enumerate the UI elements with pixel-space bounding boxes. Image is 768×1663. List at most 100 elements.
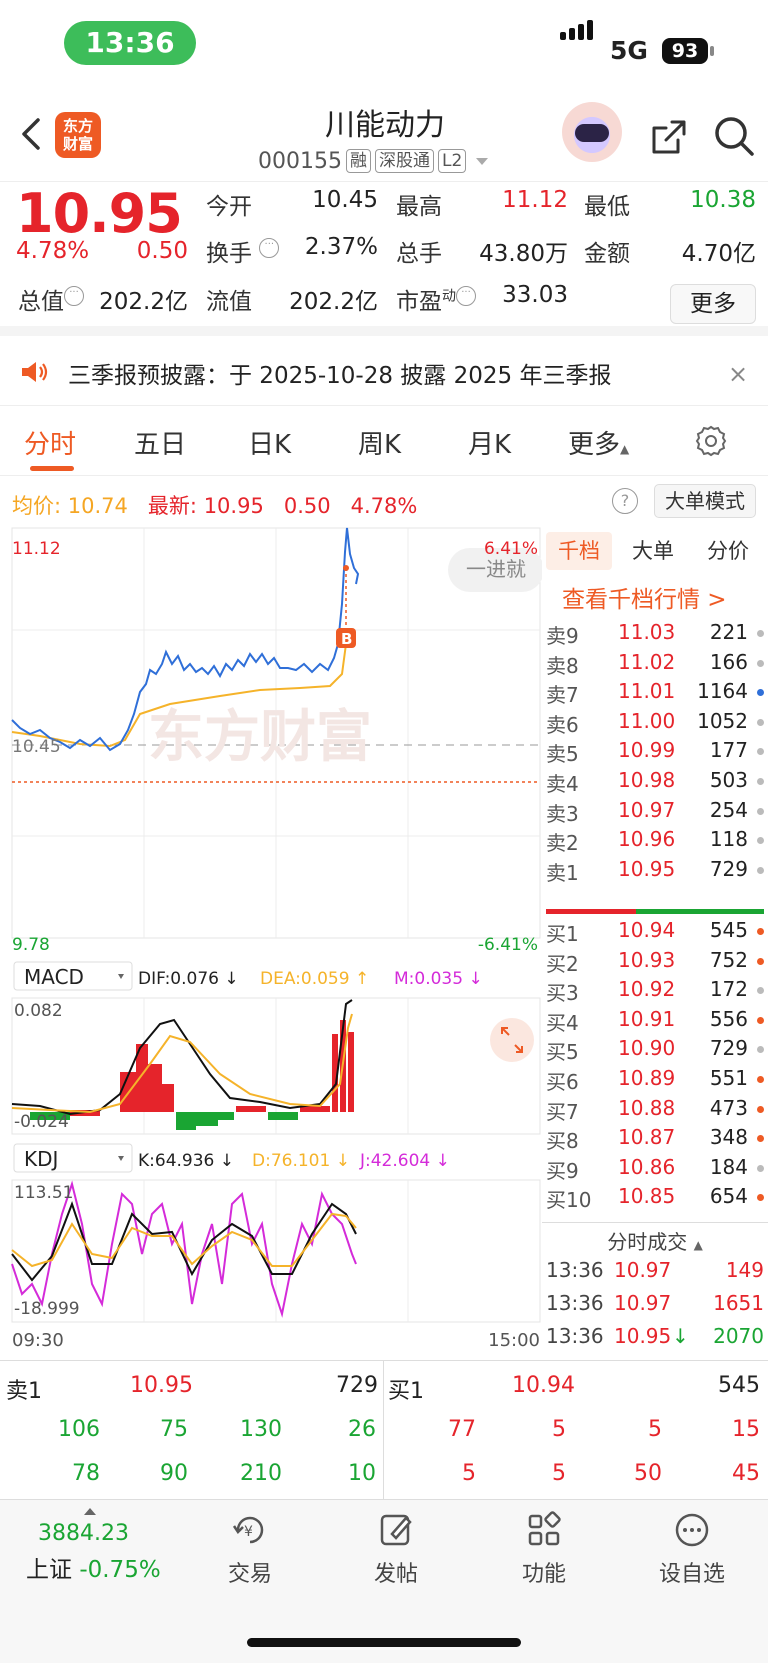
- connect-tag: 深股通: [374, 149, 434, 173]
- tab-monthly-k[interactable]: 月K: [468, 424, 511, 461]
- gear-icon[interactable]: [694, 424, 728, 458]
- sell-volume: 1052: [697, 708, 748, 733]
- sell-row[interactable]: 卖3 10.97 254: [546, 798, 768, 828]
- current-price: 10.95: [16, 182, 183, 245]
- ai-assistant-avatar[interactable]: [562, 102, 622, 162]
- view-thousand-level-link[interactable]: 查看千档行情 >: [562, 580, 727, 614]
- more-button[interactable]: 更多: [670, 284, 756, 324]
- book-divider: [546, 909, 764, 914]
- tab-underline: [30, 466, 74, 471]
- intraday-chart[interactable]: 东方财富 B 一进就 11.12 6.41% 10.45 9.78 -6.41%…: [0, 524, 542, 1360]
- notice-text: 三季报预披露：于 2025-10-28 披露 2025 年三季报: [68, 363, 612, 389]
- sell-row[interactable]: 卖1 10.95 729: [546, 857, 768, 887]
- expand-icon[interactable]: [490, 1018, 534, 1062]
- status-dot: [757, 718, 764, 726]
- tab-big-order[interactable]: 大单: [620, 532, 686, 570]
- buy-price: 10.92: [618, 977, 676, 1002]
- share-icon[interactable]: [646, 116, 690, 160]
- turnover-label-text: 换手: [206, 241, 252, 267]
- l1-sell-detail: 106: [58, 1417, 100, 1442]
- sell-row[interactable]: 卖9 11.03 221: [546, 620, 768, 650]
- info-dots-icon[interactable]: ···: [259, 238, 280, 258]
- buy-row[interactable]: 买6 10.89 551: [546, 1066, 768, 1096]
- tab-daily-k[interactable]: 日K: [248, 424, 291, 461]
- buy-row[interactable]: 买3 10.92 172: [546, 977, 768, 1007]
- big-order-mode-button[interactable]: 大单模式: [654, 484, 756, 518]
- buy-price: 10.93: [618, 947, 676, 972]
- float-cap-label: 流值: [206, 289, 252, 315]
- tab-thousand-level[interactable]: 千档: [546, 532, 612, 570]
- latest-change-amount: 0.50: [283, 494, 331, 518]
- l1-sell-detail: 26: [348, 1417, 376, 1442]
- sell-row[interactable]: 卖5 10.99 177: [546, 738, 768, 768]
- latest-value: 10.95: [203, 494, 264, 518]
- change-amount: 0.50: [136, 238, 188, 264]
- macd-dea: DEA:0.059 ↑: [260, 969, 369, 989]
- trade-volume: 2070: [713, 1324, 764, 1348]
- info-dots-icon[interactable]: ···: [64, 286, 84, 306]
- battery-icon: 93: [662, 38, 708, 64]
- trade-icon: ¥: [232, 1516, 264, 1544]
- buy-row[interactable]: 买2 10.93 752: [546, 948, 768, 978]
- l1-sell-detail: 75: [160, 1417, 188, 1442]
- status-dot: [757, 1194, 764, 1202]
- more-circle-icon: [675, 1513, 709, 1547]
- sell-level-label: 卖2: [546, 831, 579, 856]
- buy-row[interactable]: 买1 10.94 545: [546, 918, 768, 948]
- info-dots-icon[interactable]: ···: [456, 286, 476, 306]
- trades-header[interactable]: 分时成交 ▲: [542, 1226, 768, 1255]
- sell-price: 11.03: [618, 620, 676, 644]
- logo-text-2: 财富: [62, 135, 93, 153]
- buy-row[interactable]: 买10 10.85 654: [546, 1184, 768, 1214]
- back-icon[interactable]: [18, 114, 48, 154]
- high-label: 最高: [396, 194, 442, 220]
- nav-functions[interactable]: 功能: [484, 1510, 604, 1588]
- search-icon[interactable]: [712, 114, 756, 158]
- svg-text:¥: ¥: [244, 1524, 253, 1540]
- buy-volume: 172: [709, 977, 748, 1002]
- help-icon[interactable]: ?: [612, 488, 638, 514]
- stock-code-row[interactable]: 000155 融 深股通 L2: [258, 146, 489, 176]
- latest-change-percent: 4.78%: [350, 494, 418, 518]
- floating-chip[interactable]: 一进就: [466, 557, 526, 581]
- buy-row[interactable]: 买9 10.86 184: [546, 1155, 768, 1185]
- close-icon[interactable]: ×: [728, 360, 748, 388]
- sell-volume: 118: [709, 827, 748, 852]
- tab-price-split[interactable]: 分价: [692, 532, 764, 570]
- app-logo[interactable]: 东方 财富: [55, 112, 101, 158]
- tab-weekly-k[interactable]: 周K: [358, 424, 401, 461]
- pe-label-text: 市盈: [396, 289, 442, 315]
- sell-row[interactable]: 卖6 11.00 1052: [546, 709, 768, 739]
- trade-time: 13:36: [546, 1258, 604, 1282]
- sell-volume: 177: [709, 738, 748, 763]
- margin-tag: 融: [345, 149, 371, 173]
- tab-five-day[interactable]: 五日: [134, 424, 186, 461]
- grid-icon: [528, 1511, 561, 1546]
- kdj-bottom-label: -18.999: [14, 1299, 80, 1319]
- nav-trade[interactable]: ¥ 交易: [190, 1510, 310, 1588]
- notice-bar[interactable]: 三季报预披露：于 2025-10-28 披露 2025 年三季报 ×: [0, 336, 768, 406]
- buy-row[interactable]: 买8 10.87 348: [546, 1125, 768, 1155]
- sell-row[interactable]: 卖2 10.96 118: [546, 827, 768, 857]
- sell-row[interactable]: 卖8 11.02 166: [546, 650, 768, 680]
- nav-post[interactable]: 发帖: [336, 1510, 456, 1588]
- l1-buy-volume: 545: [718, 1373, 760, 1398]
- tab-more[interactable]: 更多▲: [568, 424, 629, 461]
- sell-row[interactable]: 卖4 10.98 503: [546, 768, 768, 798]
- macd-dif-line: [11, 999, 353, 1116]
- buy-level-label: 买6: [546, 1070, 579, 1094]
- buy-row[interactable]: 买4 10.91 556: [546, 1007, 768, 1037]
- sell-row[interactable]: 卖7 11.01 1164: [546, 679, 768, 709]
- buy-level-label: 买5: [546, 1040, 579, 1065]
- tab-intraday[interactable]: 分时: [24, 424, 76, 461]
- amount-value: 4.70亿: [681, 241, 756, 267]
- index-ticker[interactable]: 3884.23 上证 -0.75%: [26, 1508, 176, 1584]
- trade-time: 13:36: [546, 1291, 604, 1315]
- nav-add-watchlist[interactable]: 设自选: [632, 1510, 752, 1588]
- change-percent: 4.78%: [16, 238, 90, 264]
- kdj-name: KDJ: [24, 1147, 58, 1171]
- home-indicator[interactable]: [247, 1638, 521, 1647]
- buy-row[interactable]: 买5 10.90 729: [546, 1036, 768, 1066]
- buy-row[interactable]: 买7 10.88 473: [546, 1096, 768, 1126]
- buy-volume: 556: [709, 1006, 748, 1031]
